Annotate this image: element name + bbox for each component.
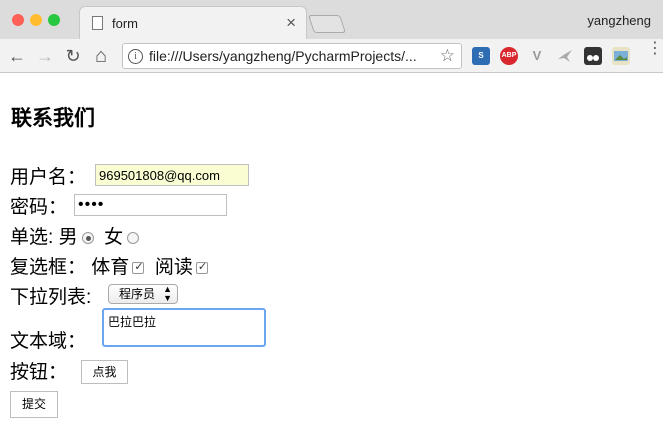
tampermonkey-extension-icon[interactable] xyxy=(584,47,602,65)
reload-icon[interactable]: ↻ xyxy=(62,45,84,67)
radio-male-label: 男 xyxy=(58,227,78,248)
radio-male[interactable] xyxy=(81,231,94,244)
checkbox-reading-label: 阅读 xyxy=(154,257,193,278)
title-bar: form × yangzheng xyxy=(0,0,663,39)
image-extension-icon[interactable] xyxy=(612,47,630,65)
minimize-window-button[interactable] xyxy=(30,14,42,26)
textarea-row: 文本域： xyxy=(10,326,86,353)
zoom-window-button[interactable] xyxy=(48,14,60,26)
s-extension-icon[interactable]: S xyxy=(472,47,490,65)
close-window-button[interactable] xyxy=(12,14,24,26)
page-title: 联系我们 xyxy=(11,107,95,130)
submit-button[interactable]: 提交 xyxy=(10,391,58,418)
select-arrows-icon: ▲ ▼ xyxy=(163,284,172,303)
password-input[interactable] xyxy=(74,194,227,216)
checkbox-reading[interactable] xyxy=(195,260,208,274)
tab-close-icon[interactable]: × xyxy=(286,13,296,33)
radio-female[interactable] xyxy=(127,231,140,244)
window-controls xyxy=(12,13,66,31)
new-tab-button[interactable] xyxy=(308,15,346,33)
username-row: 用户名： xyxy=(10,162,86,189)
checkbox-sport[interactable] xyxy=(132,260,145,274)
v-extension-icon[interactable]: V xyxy=(528,47,546,65)
password-label: 密码： xyxy=(10,197,68,218)
forward-icon[interactable]: → xyxy=(34,45,56,67)
address-bar[interactable]: i file:///Users/yangzheng/PycharmProject… xyxy=(122,43,462,69)
checkbox-sport-label: 体育 xyxy=(91,257,130,278)
username-input[interactable] xyxy=(95,164,249,186)
page-content: 联系我们 用户名： 密码： 单选: 男 女 复选框： 体育 阅读 下拉列表: 程… xyxy=(0,74,663,435)
back-icon[interactable]: ← xyxy=(6,45,28,67)
bookmark-star-icon[interactable]: ☆ xyxy=(440,46,455,66)
browser-toolbar: ← → ↻ ⌂ i file:///Users/yangzheng/Pychar… xyxy=(0,39,663,73)
page-icon xyxy=(92,16,103,30)
button-label: 按钮： xyxy=(10,362,68,383)
message-textarea[interactable]: 巴拉巴拉 xyxy=(102,308,266,347)
job-select[interactable]: 程序员 ▲ ▼ xyxy=(108,284,178,304)
select-value: 程序员 xyxy=(119,287,156,301)
info-icon[interactable]: i xyxy=(128,49,143,64)
browser-tab[interactable]: form × xyxy=(79,6,307,39)
dropdown-row: 下拉列表: xyxy=(10,282,91,309)
button-row: 按钮： xyxy=(10,357,67,384)
url-text[interactable]: file:///Users/yangzheng/PycharmProjects/… xyxy=(149,48,417,64)
checkbox-row: 复选框： 体育 阅读 xyxy=(10,252,208,279)
textarea-label: 文本域： xyxy=(10,331,87,352)
menu-icon[interactable]: ⋮ xyxy=(647,41,663,57)
radio-row: 单选: 男 女 xyxy=(10,222,140,249)
profile-name[interactable]: yangzheng xyxy=(587,13,651,28)
dropdown-label: 下拉列表: xyxy=(10,287,92,308)
checkbox-label: 复选框： xyxy=(10,257,87,278)
click-me-button[interactable]: 点我 xyxy=(81,360,128,384)
home-icon[interactable]: ⌂ xyxy=(90,45,112,67)
password-row: 密码： xyxy=(10,192,67,219)
bird-extension-icon[interactable] xyxy=(556,47,574,65)
adblock-extension-icon[interactable]: ABP xyxy=(500,47,518,65)
textarea-value: 巴拉巴拉 xyxy=(108,315,157,329)
radio-label: 单选: xyxy=(10,227,54,248)
radio-female-label: 女 xyxy=(104,227,124,248)
tab-title: form xyxy=(112,16,138,31)
username-label: 用户名： xyxy=(10,167,87,188)
